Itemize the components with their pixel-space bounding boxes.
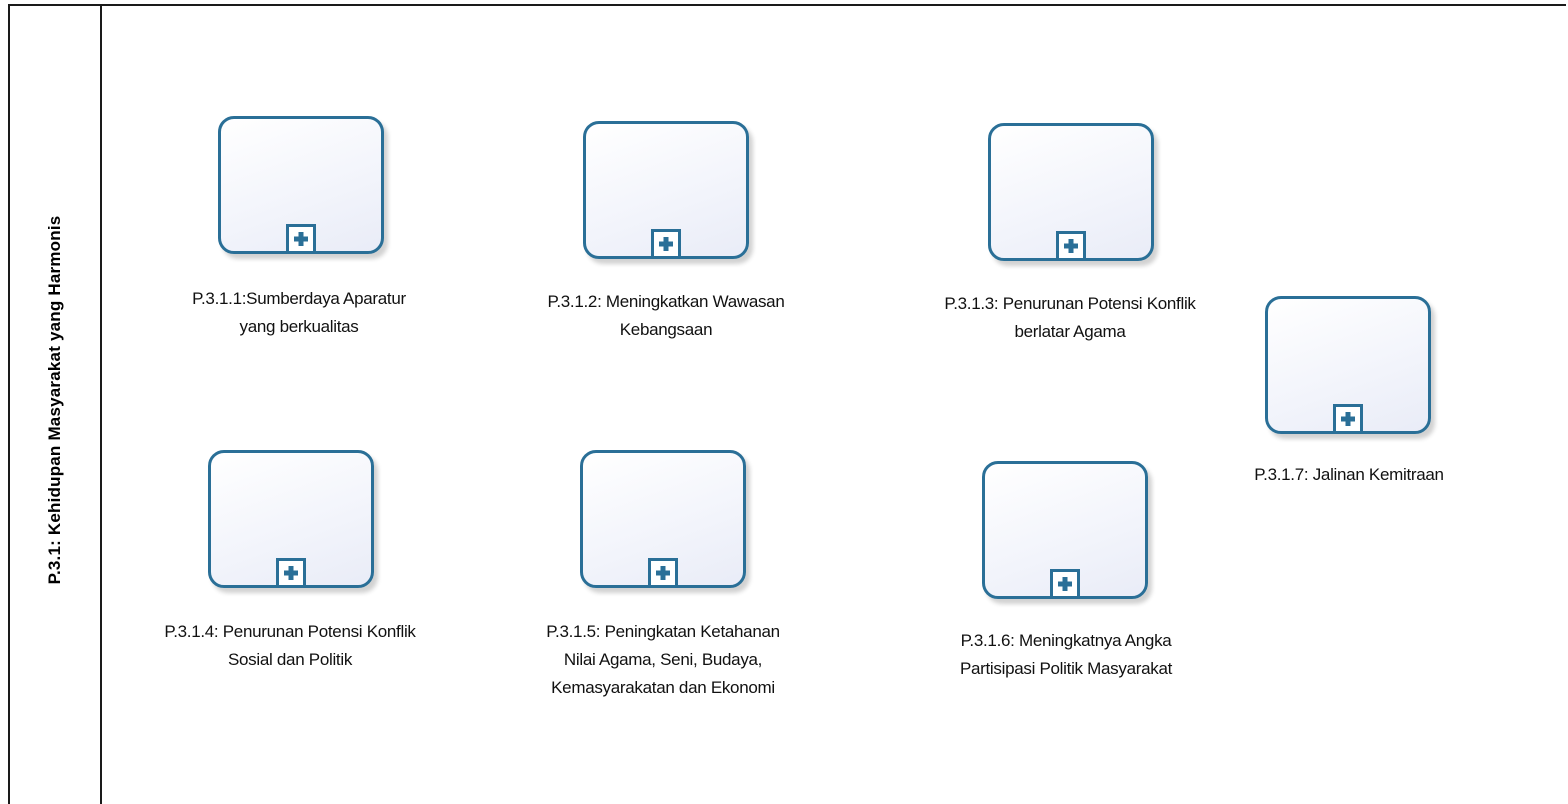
task-label: P.3.1.5: Peningkatan Ketahanan Nilai Agam… [546,622,780,697]
plus-icon[interactable] [1333,404,1363,434]
subprocess-task[interactable] [988,123,1154,261]
task-label: P.3.1.7: Jalinan Kemitraan [1254,465,1444,484]
plus-icon[interactable] [1050,569,1080,599]
plus-icon[interactable] [276,558,306,588]
task-label: P.3.1.4: Penurunan Potensi Konflik Sosial… [164,622,416,669]
plus-icon[interactable] [651,229,681,259]
subprocess-task[interactable] [208,450,374,588]
subprocess-task[interactable] [982,461,1148,599]
lane-title: P.3.1: Kehidupan Masyarakat yang Harmoni… [45,215,64,585]
task-label: P.3.1.3: Penurunan Potensi Konflik berlat… [944,294,1196,341]
plus-icon[interactable] [648,558,678,588]
plus-icon[interactable] [286,224,316,254]
subprocess-task[interactable] [218,116,384,254]
subprocess-task[interactable] [580,450,746,588]
task-label: P.3.1.2: Meningkatkan Wawasan Kebangsaan [547,292,785,339]
subprocess-task[interactable] [1265,296,1431,434]
task-label: P.3.1.1:Sumberdaya Aparatur yang berkuali… [192,289,406,336]
plus-icon[interactable] [1056,231,1086,261]
subprocess-task[interactable] [583,121,749,259]
task-label: P.3.1.6: Meningkatnya Angka Partisipasi P… [959,631,1173,678]
